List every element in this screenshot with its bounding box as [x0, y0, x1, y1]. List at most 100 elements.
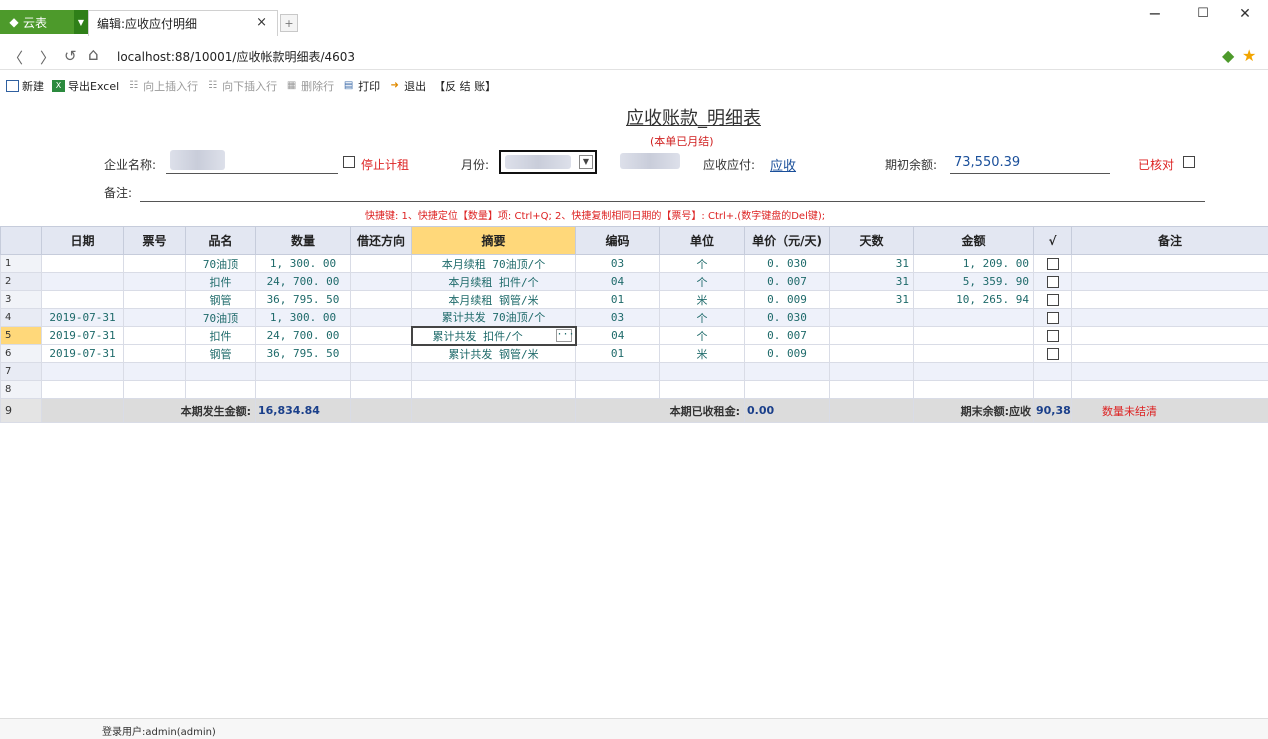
cell-date[interactable] — [41, 272, 124, 291]
cell-quantity[interactable]: 1, 300. 00 — [255, 308, 351, 327]
cell-unit[interactable]: 个 — [659, 272, 745, 291]
col-note[interactable]: 备注 — [1071, 226, 1268, 255]
reverse-settle-button[interactable]: 【反 结 账】 — [434, 78, 496, 94]
export-excel-button[interactable]: X 导出Excel — [52, 78, 119, 94]
delete-row-button[interactable]: ▦ 删除行 — [285, 78, 334, 94]
cell-empty[interactable] — [659, 362, 745, 381]
col-summary[interactable]: 摘要 — [411, 226, 576, 255]
cell-unit[interactable]: 个 — [659, 308, 745, 327]
cell-code[interactable]: 01 — [575, 290, 660, 309]
table-row[interactable]: 2 扣件 24, 700. 00 本月续租 扣件/个 04 个 0. 007 3… — [0, 272, 1268, 291]
cell-product[interactable]: 钢管 — [185, 290, 256, 309]
cell-check[interactable] — [1033, 290, 1072, 309]
insert-row-above-button[interactable]: ☷ 向上插入行 — [127, 78, 198, 94]
cell-unit[interactable]: 个 — [659, 326, 745, 345]
cell-direction[interactable] — [350, 254, 412, 273]
cell-check[interactable] — [1033, 272, 1072, 291]
new-button[interactable]: 新建 — [6, 78, 44, 94]
new-tab-button[interactable]: + — [280, 14, 298, 32]
month-select[interactable]: ▼ — [499, 150, 597, 174]
app-menu-button[interactable]: ◆ 云表 ▼ — [0, 10, 88, 34]
cell-note[interactable] — [1071, 326, 1268, 345]
cell-amount[interactable] — [913, 344, 1034, 363]
cell-quantity[interactable]: 24, 700. 00 — [255, 272, 351, 291]
cell-price[interactable]: 0. 007 — [744, 326, 830, 345]
col-unit[interactable]: 单位 — [659, 226, 745, 255]
cell-empty[interactable] — [829, 362, 914, 381]
chevron-down-icon[interactable]: ▼ — [579, 155, 593, 169]
row-checkbox[interactable] — [1046, 330, 1059, 342]
cell-direction[interactable] — [350, 344, 412, 363]
cell-empty[interactable] — [123, 380, 186, 399]
cell-product[interactable]: 钢管 — [185, 344, 256, 363]
table-row-empty[interactable]: 7 — [0, 362, 1268, 381]
cell-price[interactable]: 0. 007 — [744, 272, 830, 291]
cell-product[interactable]: 扣件 — [185, 326, 256, 345]
cell-product[interactable]: 70油顶 — [185, 308, 256, 327]
row-checkbox[interactable] — [1046, 258, 1059, 270]
cell-direction[interactable] — [350, 290, 412, 309]
cell-empty[interactable] — [744, 362, 830, 381]
cell-empty[interactable] — [255, 380, 351, 399]
maximize-icon[interactable]: ☐ — [1188, 6, 1218, 21]
cell-empty[interactable] — [1071, 380, 1268, 399]
row-checkbox[interactable] — [1046, 294, 1059, 306]
cell-unit[interactable]: 个 — [659, 254, 745, 273]
cell-ticket[interactable] — [123, 344, 186, 363]
cell-empty[interactable] — [41, 380, 124, 399]
cell-quantity[interactable]: 36, 795. 50 — [255, 290, 351, 309]
cell-summary-editing[interactable]: 累计共发 扣件/个 ··· — [410, 325, 577, 346]
cell-empty[interactable] — [913, 362, 1034, 381]
cell-note[interactable] — [1071, 272, 1268, 291]
insert-row-below-button[interactable]: ☷ 向下插入行 — [206, 78, 277, 94]
table-row[interactable]: 6 2019-07-31 钢管 36, 795. 50 累计共发 钢管/米 01… — [0, 344, 1268, 363]
cell-code[interactable]: 01 — [575, 344, 660, 363]
cell-summary[interactable]: 本月续租 扣件/个 — [411, 272, 576, 291]
col-direction[interactable]: 借还方向 — [350, 226, 412, 255]
cell-days[interactable] — [829, 326, 914, 345]
cell-code[interactable]: 04 — [575, 272, 660, 291]
cell-unit[interactable]: 米 — [659, 290, 745, 309]
table-row[interactable]: 4 2019-07-31 70油顶 1, 300. 00 累计共发 70油顶/个… — [0, 308, 1268, 327]
cell-empty[interactable] — [744, 380, 830, 399]
cell-empty[interactable] — [350, 380, 412, 399]
row-checkbox[interactable] — [1046, 348, 1059, 360]
opening-balance-value[interactable]: 73,550.39 — [954, 155, 1020, 170]
cell-ticket[interactable] — [123, 290, 186, 309]
cell-days[interactable]: 31 — [829, 254, 914, 273]
tab-edit-detail[interactable]: 编辑:应收应付明细 × — [88, 10, 278, 36]
cell-ticket[interactable] — [123, 254, 186, 273]
table-row-empty[interactable]: 8 — [0, 380, 1268, 399]
cell-price[interactable]: 0. 030 — [744, 308, 830, 327]
col-date[interactable]: 日期 — [41, 226, 124, 255]
cell-ticket[interactable] — [123, 326, 186, 345]
table-row[interactable]: 1 70油顶 1, 300. 00 本月续租 70油顶/个 03 个 0. 03… — [0, 254, 1268, 273]
note-field[interactable] — [140, 201, 1205, 202]
cell-days[interactable]: 31 — [829, 272, 914, 291]
cell-code[interactable]: 03 — [575, 308, 660, 327]
cell-direction[interactable] — [350, 272, 412, 291]
cell-date[interactable]: 2019-07-31 — [41, 326, 124, 345]
cell-empty[interactable] — [913, 380, 1034, 399]
star-icon[interactable]: ★ — [1242, 46, 1256, 65]
cell-code[interactable]: 03 — [575, 254, 660, 273]
col-product[interactable]: 品名 — [185, 226, 256, 255]
cell-price[interactable]: 0. 009 — [744, 344, 830, 363]
cell-empty[interactable] — [575, 380, 660, 399]
cell-days[interactable] — [829, 344, 914, 363]
cell-empty[interactable] — [1033, 362, 1072, 381]
cell-note[interactable] — [1071, 344, 1268, 363]
cell-empty[interactable] — [1071, 362, 1268, 381]
row-number[interactable]: 7 — [0, 362, 42, 381]
cell-amount[interactable]: 1, 209. 00 — [913, 254, 1034, 273]
cell-empty[interactable] — [255, 362, 351, 381]
col-code[interactable]: 编码 — [575, 226, 660, 255]
cell-empty[interactable] — [350, 362, 412, 381]
row-number[interactable]: 2 — [0, 272, 42, 291]
cell-empty[interactable] — [123, 362, 186, 381]
cell-check[interactable] — [1033, 344, 1072, 363]
cell-empty[interactable] — [185, 362, 256, 381]
home-icon[interactable]: ⌂ — [88, 45, 99, 65]
cell-empty[interactable] — [411, 362, 576, 381]
col-ticket[interactable]: 票号 — [123, 226, 186, 255]
